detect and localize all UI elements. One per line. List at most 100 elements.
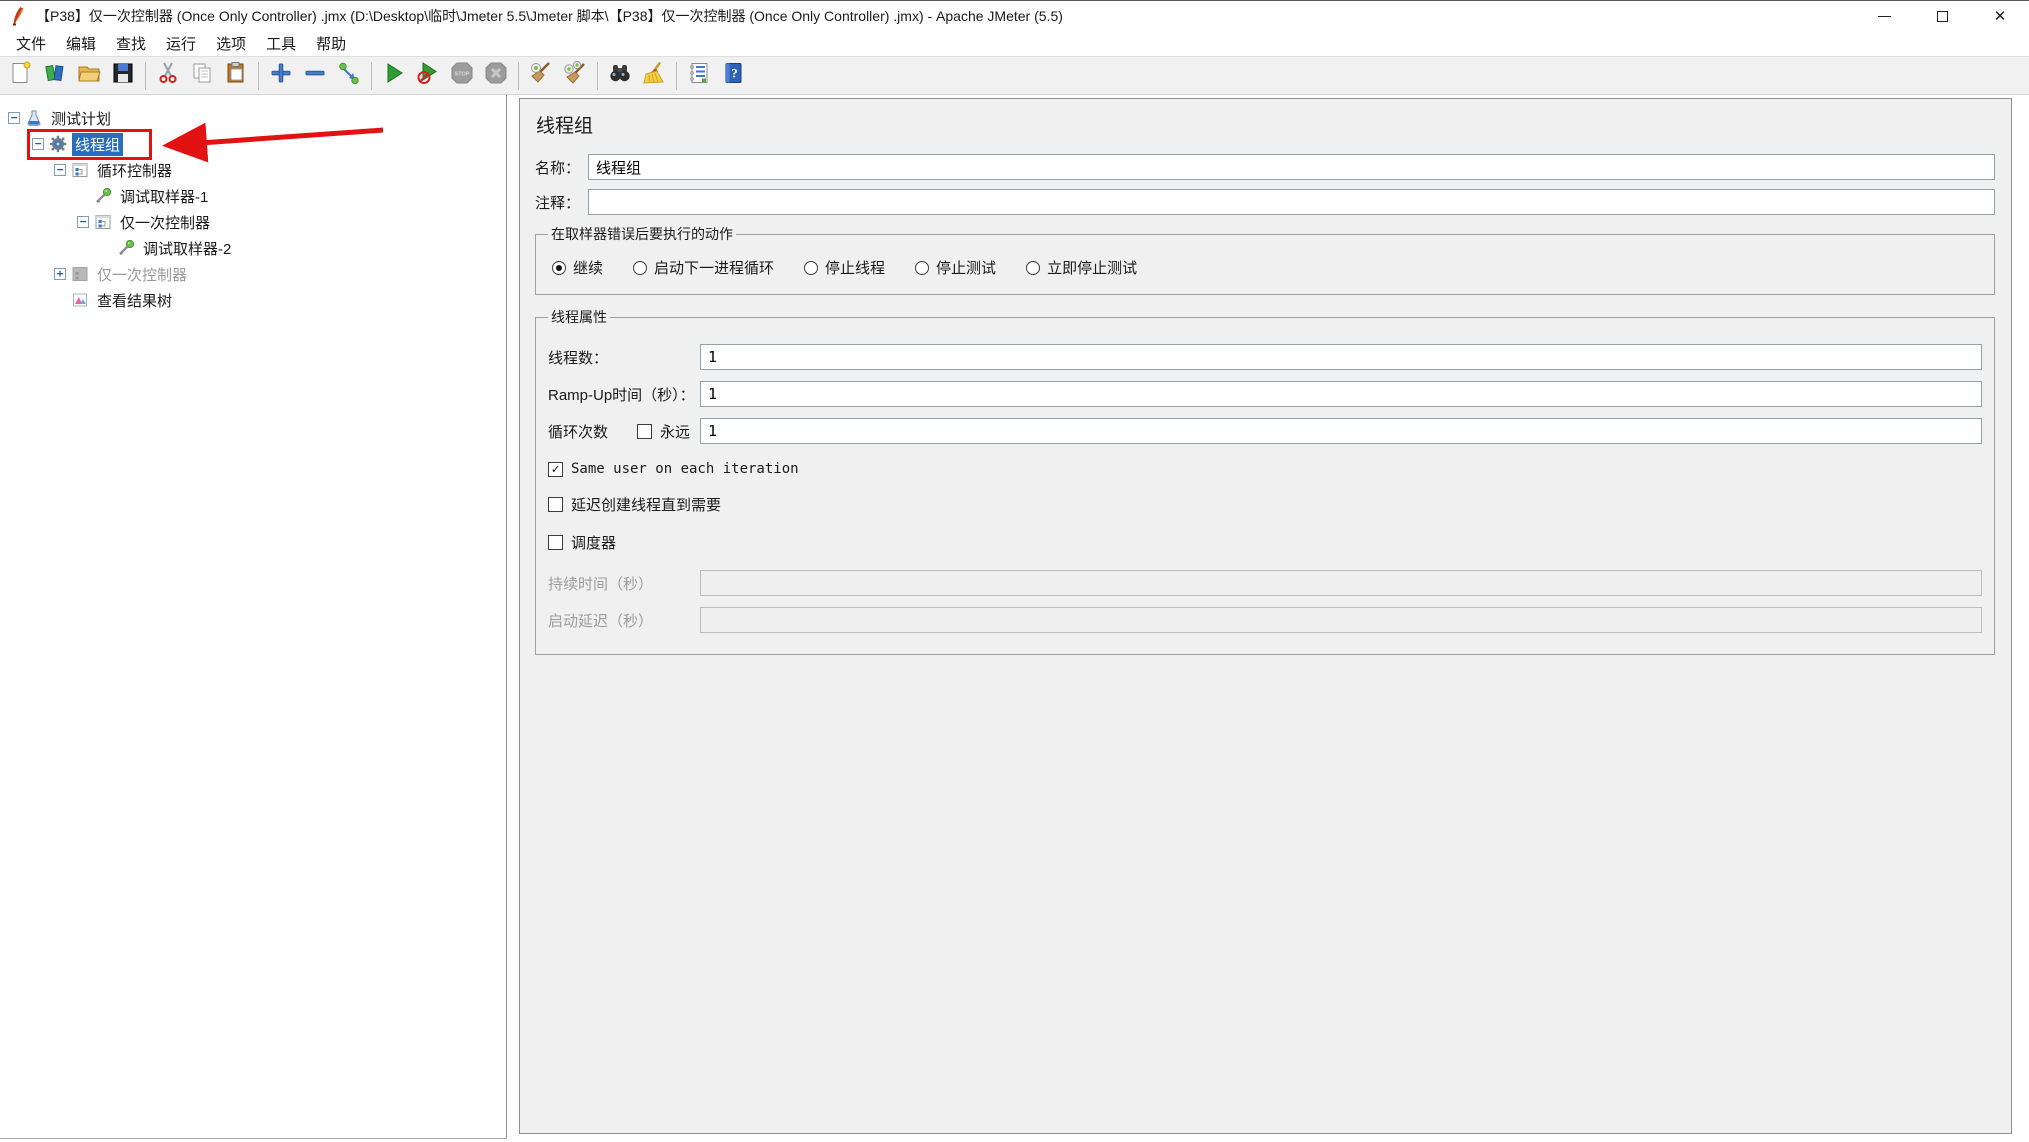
minimize-button[interactable]: [1855, 1, 1913, 31]
error-action-option-0[interactable]: 继续: [552, 257, 603, 278]
checkbox-icon[interactable]: [548, 535, 563, 550]
menu-item-2[interactable]: 查找: [106, 31, 156, 56]
tree-row-6[interactable]: + 仅一次控制器: [0, 261, 506, 287]
menu-item-0[interactable]: 文件: [6, 31, 56, 56]
thread-group-icon: [49, 135, 67, 153]
tree-item-label[interactable]: 测试计划: [48, 107, 114, 130]
new-file-button[interactable]: [4, 60, 38, 92]
error-action-option-3[interactable]: 停止测试: [915, 257, 996, 278]
search-reset-icon: [641, 60, 667, 91]
comment-label: 注释：: [535, 192, 580, 213]
tree-row-4[interactable]: − 仅一次控制器: [0, 209, 506, 235]
tree-toggle-icon[interactable]: −: [54, 164, 66, 176]
scheduler-row-label: 持续时间（秒）: [548, 573, 700, 594]
sampler-icon: [94, 187, 112, 205]
radio-icon[interactable]: [1026, 261, 1040, 275]
start-no-timers-button[interactable]: [411, 60, 445, 92]
checkbox-icon[interactable]: ✓: [548, 462, 563, 477]
copy-icon: [189, 60, 215, 91]
start-button[interactable]: [377, 60, 411, 92]
rampup-label: Ramp-Up时间（秒）：: [548, 384, 700, 405]
save-button[interactable]: [106, 60, 140, 92]
cut-icon: [155, 60, 181, 91]
zoom-out-icon: [302, 60, 328, 91]
name-input[interactable]: [588, 154, 1995, 180]
scheduler-row-input: [700, 607, 1982, 633]
comment-input[interactable]: [588, 189, 1995, 215]
paste-icon: [223, 60, 249, 91]
thread-option-2[interactable]: 调度器: [548, 532, 1982, 553]
tree-item-label[interactable]: 仅一次控制器: [94, 263, 190, 286]
scheduler-row-0: 持续时间（秒）: [548, 570, 1982, 596]
menu-item-3[interactable]: 运行: [156, 31, 206, 56]
thread-option-1[interactable]: 延迟创建线程直到需要: [548, 494, 1982, 515]
search-button[interactable]: [603, 60, 637, 92]
clear-button[interactable]: [524, 60, 558, 92]
tree-item-label[interactable]: 线程组: [72, 133, 123, 156]
error-action-legend: 在取样器错误后要执行的动作: [548, 224, 736, 244]
shutdown-button[interactable]: [479, 60, 513, 92]
loop-forever-checkbox[interactable]: [637, 424, 652, 439]
rampup-input[interactable]: [700, 381, 1982, 407]
help-button[interactable]: ?: [716, 60, 750, 92]
test-plan-tree[interactable]: −测试计划−线程组−循环控制器调试取样器-1−仅一次控制器调试取样器-2+仅一次…: [0, 95, 507, 1139]
tree-toggle-icon[interactable]: −: [32, 138, 44, 150]
tree-row-0[interactable]: − 测试计划: [0, 105, 506, 131]
menu-item-4[interactable]: 选项: [206, 31, 256, 56]
num-threads-label: 线程数：: [548, 347, 700, 368]
error-action-option-1[interactable]: 启动下一进程循环: [633, 257, 774, 278]
copy-button[interactable]: [185, 60, 219, 92]
menu-item-5[interactable]: 工具: [256, 31, 306, 56]
clear-icon: [528, 60, 554, 91]
close-button[interactable]: ✕: [1971, 1, 2029, 31]
loop-count-input[interactable]: [700, 418, 1982, 444]
clear-all-button[interactable]: [558, 60, 592, 92]
toolbar-separator: [676, 62, 677, 90]
menu-item-6[interactable]: 帮助: [306, 31, 356, 56]
tree-toggle-icon[interactable]: −: [8, 112, 20, 124]
tree-row-1[interactable]: − 线程组: [0, 131, 506, 157]
menu-item-1[interactable]: 编辑: [56, 31, 106, 56]
paste-button[interactable]: [219, 60, 253, 92]
start-icon: [381, 60, 407, 91]
close-icon: ✕: [1994, 9, 2007, 24]
tree-row-3[interactable]: 调试取样器-1: [0, 183, 506, 209]
minimize-icon: [1878, 16, 1891, 17]
maximize-button[interactable]: [1913, 1, 1971, 31]
open-templates-icon: [42, 60, 68, 91]
open-templates-button[interactable]: [38, 60, 72, 92]
open-file-button[interactable]: [72, 60, 106, 92]
toggle-state-button[interactable]: [332, 60, 366, 92]
error-action-option-2[interactable]: 停止线程: [804, 257, 885, 278]
radio-icon[interactable]: [804, 261, 818, 275]
controller-icon: [94, 213, 112, 231]
radio-icon[interactable]: [552, 261, 566, 275]
thread-option-0[interactable]: ✓Same user on each iteration: [548, 461, 1982, 477]
function-helper-button[interactable]: [682, 60, 716, 92]
tree-item-label[interactable]: 循环控制器: [94, 159, 175, 182]
loop-count-label: 循环次数: [548, 421, 608, 442]
jmeter-feather-icon: [10, 6, 28, 26]
cut-button[interactable]: [151, 60, 185, 92]
error-action-option-4[interactable]: 立即停止测试: [1026, 257, 1137, 278]
maximize-icon: [1937, 11, 1948, 22]
search-reset-button[interactable]: [637, 60, 671, 92]
tree-toggle-icon[interactable]: −: [77, 216, 89, 228]
radio-icon[interactable]: [915, 261, 929, 275]
tree-item-label[interactable]: 查看结果树: [94, 289, 175, 312]
radio-icon[interactable]: [633, 261, 647, 275]
title-bar: 【P38】仅一次控制器 (Once Only Controller) .jmx …: [0, 1, 2029, 31]
checkbox-icon[interactable]: [548, 497, 563, 512]
stop-button[interactable]: STOP: [445, 60, 479, 92]
tree-item-label[interactable]: 调试取样器-1: [117, 185, 211, 208]
tree-row-5[interactable]: 调试取样器-2: [0, 235, 506, 261]
tree-toggle-icon[interactable]: +: [54, 268, 66, 280]
tree-row-7[interactable]: 查看结果树: [0, 287, 506, 313]
num-threads-input[interactable]: [700, 344, 1982, 370]
radio-label: 启动下一进程循环: [654, 257, 774, 278]
zoom-in-button[interactable]: [264, 60, 298, 92]
tree-item-label[interactable]: 仅一次控制器: [117, 211, 213, 234]
zoom-out-button[interactable]: [298, 60, 332, 92]
tree-item-label[interactable]: 调试取样器-2: [140, 237, 234, 260]
tree-row-2[interactable]: − 循环控制器: [0, 157, 506, 183]
